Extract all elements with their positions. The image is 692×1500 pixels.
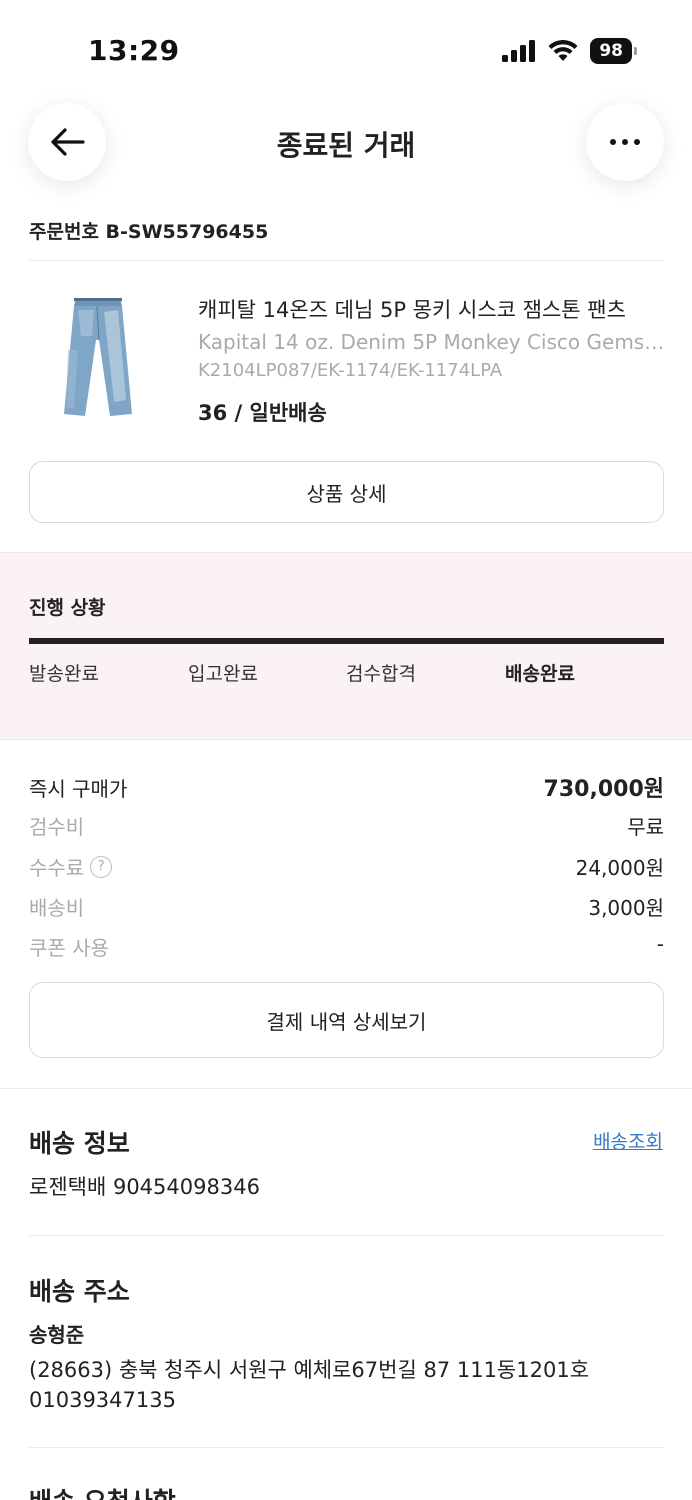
price-row-instant-buy: 즉시 구매가 730,000원: [29, 771, 664, 803]
divider: [29, 1235, 664, 1236]
product-detail-button[interactable]: 상품 상세: [29, 461, 664, 523]
price-row-commission: 수수료 ? 24,000원: [29, 852, 664, 881]
shipping-info-title: 배송 정보: [29, 1129, 130, 1158]
recipient-phone: 01039347135: [29, 1388, 176, 1412]
product-sku: K2104LP087/EK-1174/EK-1174LPA: [198, 360, 503, 381]
progress-step-inspected: 검수합격: [346, 663, 416, 685]
status-time: 13:29: [88, 34, 180, 67]
delivery-request-title: 배송 요청사항: [29, 1482, 176, 1500]
recipient-name: 송형준: [29, 1323, 85, 1347]
progress-section: 진행 상황 발송완료 입고완료 검수합격 배송완료: [0, 552, 692, 740]
progress-bar: [29, 638, 664, 644]
price-label: 즉시 구매가: [29, 776, 128, 801]
divider: [29, 1447, 664, 1448]
price-value: 무료: [627, 815, 664, 839]
progress-title: 진행 상황: [29, 597, 106, 619]
price-row-inspection-fee: 검수비 무료: [29, 811, 664, 840]
price-value: -: [656, 932, 664, 956]
progress-step-delivered: 배송완료: [505, 663, 575, 685]
address-line: (28663) 충북 청주시 서원구 예체로67번길 87 111동1201호: [29, 1358, 590, 1382]
cellular-signal-icon: [502, 40, 536, 62]
product-name-english: Kapital 14 oz. Denim 5P Monkey Cisco Gem…: [198, 330, 668, 354]
price-label-wrap: 수수료 ?: [29, 852, 113, 881]
more-horizontal-icon: [610, 139, 640, 145]
price-label: 검수비: [29, 815, 85, 839]
product-option: 36 / 일반배송: [198, 401, 327, 425]
price-value: 730,000원: [543, 777, 664, 802]
price-label: 배송비: [29, 896, 85, 920]
divider: [29, 260, 664, 261]
shipping-address-title: 배송 주소: [29, 1277, 130, 1306]
price-value: 24,000원: [575, 856, 664, 880]
price-row-shipping-fee: 배송비 3,000원: [29, 892, 664, 921]
section-divider: [0, 1088, 692, 1089]
product-name-korean: 캐피탈 14온즈 데님 5P 몽키 시스코 잼스톤 팬츠: [198, 298, 626, 322]
order-number: 주문번호 B-SW55796455: [29, 221, 269, 243]
more-button[interactable]: [586, 103, 664, 181]
progress-step-received: 입고완료: [188, 663, 258, 685]
shipping-carrier-tracking: 로젠택배 90454098346: [29, 1175, 260, 1199]
battery-indicator: 98: [590, 38, 637, 64]
payment-history-button[interactable]: 결제 내역 상세보기: [29, 982, 664, 1058]
wifi-icon: [548, 40, 578, 61]
help-icon[interactable]: ?: [90, 855, 113, 878]
status-bar: 13:29 98: [0, 0, 692, 100]
price-value: 3,000원: [588, 896, 664, 920]
price-row-coupon: 쿠폰 사용 -: [29, 932, 664, 961]
track-delivery-link[interactable]: 배송조회: [593, 1127, 663, 1154]
progress-step-shipped: 발송완료: [29, 663, 99, 685]
product-image: [64, 298, 132, 416]
price-label: 쿠폰 사용: [29, 936, 109, 960]
progress-bar-fill: [29, 638, 664, 644]
status-icons: 98: [502, 38, 637, 64]
price-label: 수수료: [29, 856, 85, 880]
